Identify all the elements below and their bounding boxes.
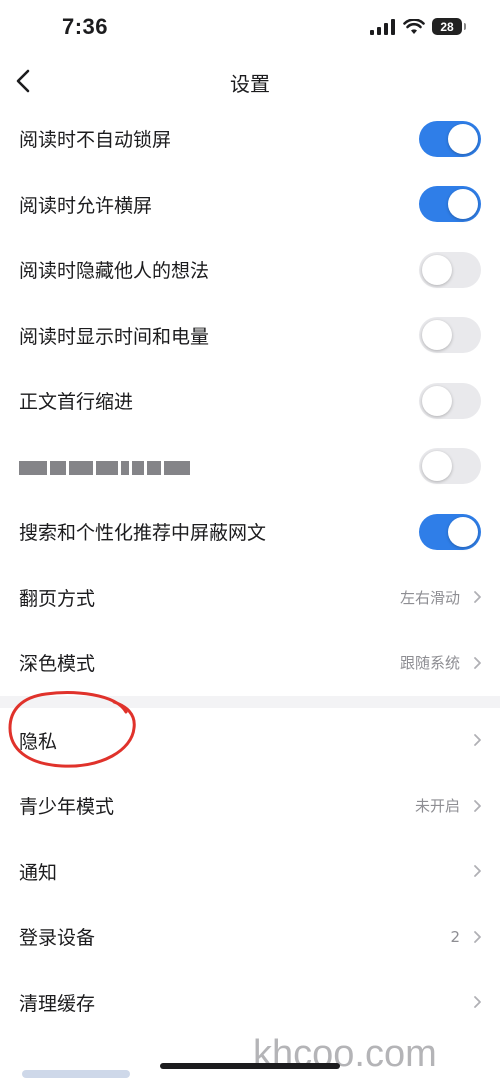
- toggle-switch[interactable]: [419, 120, 481, 157]
- chevron-right-icon: [474, 799, 481, 812]
- settings-row-label: 正文首行缩进: [19, 391, 134, 414]
- wifi-icon: [403, 18, 425, 34]
- toggle-knob: [448, 516, 478, 547]
- settings-row-label: 登录设备: [19, 927, 96, 950]
- watermark: khcoo.com: [253, 1033, 437, 1075]
- settings-row-label: 清理缓存: [19, 992, 96, 1015]
- settings-row: 阅读时隐藏他人的想法: [0, 237, 500, 303]
- settings-row[interactable]: 清理缓存: [0, 970, 500, 1036]
- toggle-knob: [422, 385, 452, 416]
- status-icons: 28: [370, 18, 466, 35]
- settings-row[interactable]: 登录设备 2: [0, 904, 500, 970]
- battery-icon: 28: [432, 18, 466, 35]
- toggle-switch[interactable]: [419, 513, 481, 550]
- settings-row: 阅读时允许横屏: [0, 172, 500, 238]
- settings-row-value: 跟随系统: [399, 654, 460, 673]
- toggle-knob: [422, 451, 452, 482]
- settings-row-label: 深色模式: [19, 653, 96, 676]
- annotation-circle: [8, 691, 136, 768]
- settings-row: 阅读时不自动锁屏: [0, 106, 500, 172]
- toggle-knob: [448, 123, 478, 154]
- page-title: 设置: [230, 72, 270, 96]
- toggle-knob: [448, 189, 478, 220]
- settings-row: 搜索和个性化推荐中屏蔽网文: [0, 499, 500, 565]
- chevron-right-icon: [474, 591, 481, 604]
- settings-row[interactable]: 翻页方式 左右滑动: [0, 565, 500, 631]
- settings-row-label: 阅读时显示时间和电量: [19, 325, 210, 348]
- cellular-signal-icon: [370, 18, 395, 35]
- settings-row-label: 搜索和个性化推荐中屏蔽网文: [19, 522, 267, 545]
- obscured-label: [19, 459, 194, 477]
- status-bar: 7:36 28: [0, 0, 500, 58]
- settings-list: 阅读时不自动锁屏 阅读时允许横屏阅读时隐藏他人的想法 阅读时显示时间和电量 正文首行缩…: [0, 106, 500, 1035]
- settings-row-label: 通知: [19, 861, 58, 884]
- settings-row[interactable]: 青少年模式 未开启: [0, 773, 500, 839]
- home-indicator: [160, 1063, 340, 1069]
- settings-row-value: 2: [450, 927, 460, 946]
- toggle-knob: [422, 254, 452, 285]
- settings-row-value: 未开启: [414, 797, 460, 816]
- settings-row-label: 阅读时隐藏他人的想法: [19, 260, 210, 283]
- obscured-row-label: [22, 1070, 130, 1078]
- settings-row: 正文首行缩进: [0, 368, 500, 434]
- settings-row-label: 青少年模式: [19, 796, 115, 819]
- chevron-right-icon: [474, 930, 481, 943]
- settings-row[interactable]: 深色模式 跟随系统: [0, 630, 500, 696]
- settings-row-label: 阅读时允许横屏: [19, 194, 153, 217]
- settings-row: [0, 434, 500, 500]
- settings-row-label: 阅读时不自动锁屏: [19, 129, 172, 152]
- battery-level: 28: [440, 19, 454, 34]
- toggle-switch[interactable]: [419, 448, 481, 485]
- nav-bar: 设置: [0, 58, 500, 104]
- toggle-knob: [422, 320, 452, 351]
- chevron-right-icon: [474, 734, 481, 747]
- toggle-switch[interactable]: [419, 382, 481, 419]
- chevron-right-icon: [474, 865, 481, 878]
- chevron-right-icon: [474, 656, 481, 669]
- settings-row-value: 左右滑动: [399, 588, 460, 607]
- settings-row[interactable]: 通知: [0, 839, 500, 905]
- toggle-switch[interactable]: [419, 251, 481, 288]
- status-time: 7:36: [62, 14, 109, 39]
- settings-row-label: 翻页方式: [19, 587, 96, 610]
- toggle-switch[interactable]: [419, 317, 481, 354]
- toggle-switch[interactable]: [419, 186, 481, 223]
- chevron-right-icon: [474, 996, 481, 1009]
- settings-row: 阅读时显示时间和电量: [0, 303, 500, 369]
- settings-group-reading: 阅读时不自动锁屏 阅读时允许横屏阅读时隐藏他人的想法 阅读时显示时间和电量 正文首行缩…: [0, 106, 500, 696]
